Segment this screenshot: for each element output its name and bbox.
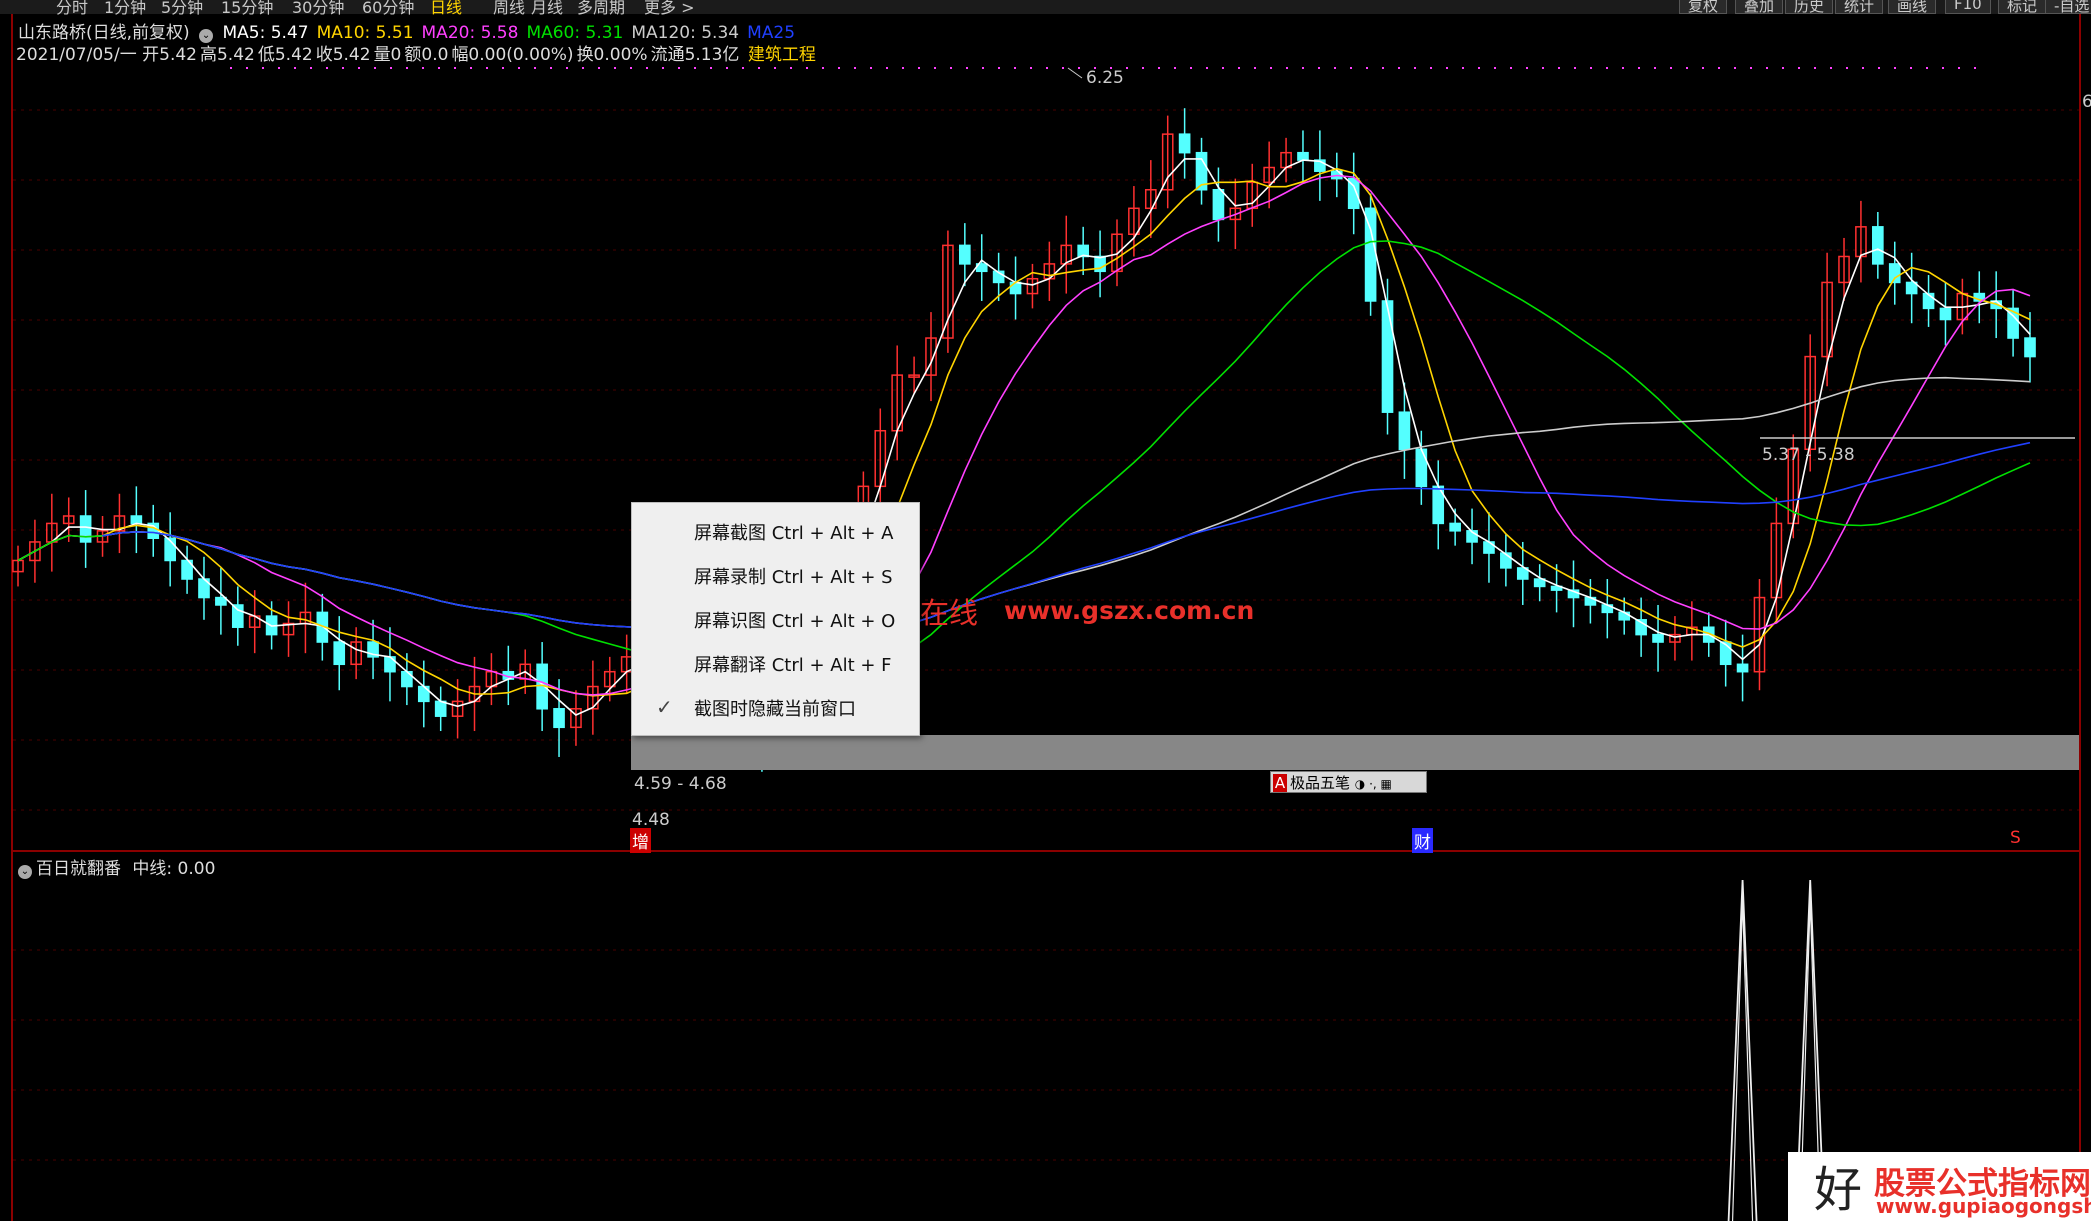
candle-body	[1618, 611, 1631, 621]
candle-body	[130, 515, 143, 525]
candle-body	[1212, 189, 1225, 221]
ime-name[interactable]: 极品五笔	[1290, 774, 1350, 792]
menu-item-2[interactable]: 屏幕识图 Ctrl + Alt + O	[632, 599, 919, 639]
event-marker-2[interactable]: S	[2008, 828, 2023, 848]
candle-body	[1381, 300, 1394, 413]
menu-item-label: 屏幕识图 Ctrl + Alt + O	[694, 611, 896, 632]
candle-body	[1500, 552, 1512, 569]
indicator-dropdown-icon[interactable]: ⌄	[18, 865, 32, 879]
candle-body	[1922, 292, 1935, 310]
candle-body	[215, 596, 227, 606]
menu-item-label: 截图时隐藏当前窗口	[694, 699, 856, 720]
peak-pointer	[1067, 67, 1083, 79]
ma-line-0	[17, 158, 2031, 735]
ime-toolbar[interactable]: A 极品五笔 ◑ ·, ▦	[1270, 771, 1427, 793]
candle-body	[1009, 281, 1022, 295]
menu-item-1[interactable]: 屏幕录制 Ctrl + Alt + S	[632, 555, 919, 595]
indicator-spike	[1727, 879, 1758, 1221]
menu-item-label: 屏幕翻译 Ctrl + Alt + F	[694, 655, 892, 676]
menu-item-4[interactable]: ✓ 截图时隐藏当前窗口	[632, 687, 919, 727]
right-range-label: 5.37 - 5.38	[1762, 445, 1855, 465]
menu-item-0[interactable]: 屏幕截图 Ctrl + Alt + A	[632, 511, 919, 551]
ime-logo-icon[interactable]: A	[1273, 774, 1287, 792]
menu-item-3[interactable]: 屏幕翻译 Ctrl + Alt + F	[632, 643, 919, 683]
candle-body	[1939, 307, 1952, 321]
context-menu: 屏幕截图 Ctrl + Alt + A 屏幕录制 Ctrl + Alt + S 屏幕…	[631, 502, 920, 736]
indicator-value: 中线: 0.00	[132, 859, 216, 879]
logo-url: www.gupiaogongshi.com	[1876, 1194, 2091, 1218]
watermark-url: www.gszx.com.cn	[1004, 596, 1255, 625]
high-price-label: 6.25	[1086, 68, 1124, 88]
candle-body	[1178, 133, 1191, 154]
capture-highlight-bar	[631, 735, 2079, 770]
candle-body	[2024, 337, 2036, 358]
candle-body	[79, 515, 92, 543]
candle-body	[1449, 522, 1461, 532]
ime-extra-icons[interactable]: ◑ ·, ▦	[1355, 777, 1392, 791]
candle-body	[553, 708, 565, 729]
indicator-header: ⌄ 百日就翻番 中线: 0.00	[18, 854, 215, 879]
low-price-label: 4.48	[632, 810, 670, 830]
candle-body	[1652, 633, 1664, 643]
candle-body	[959, 244, 971, 265]
check-icon: ✓	[656, 695, 673, 719]
candle-body	[434, 700, 447, 717]
candle-body	[333, 641, 346, 666]
candle-body	[1415, 448, 1428, 488]
logo-glyph: 好	[1814, 1162, 1863, 1218]
axis-label: 6	[2082, 92, 2091, 112]
menu-item-label: 屏幕截图 Ctrl + Alt + A	[694, 523, 894, 544]
candle-body	[231, 604, 244, 628]
event-marker-0[interactable]: 增	[630, 828, 651, 853]
low-range-label: 4.59 - 4.68	[634, 774, 727, 794]
candle-body	[1297, 151, 1309, 161]
candle-body	[1888, 263, 1901, 284]
site-logo: 好 股票公式指标网 www.gupiaogongshi.com	[1788, 1152, 2091, 1221]
indicator-name[interactable]: 百日就翻番	[36, 859, 121, 879]
menu-item-label: 屏幕录制 Ctrl + Alt + S	[694, 567, 893, 588]
candle-body	[1872, 226, 1884, 265]
candle-body	[1398, 411, 1411, 451]
event-marker-1[interactable]: 财	[1412, 828, 1433, 853]
candle-body	[1736, 663, 1749, 673]
